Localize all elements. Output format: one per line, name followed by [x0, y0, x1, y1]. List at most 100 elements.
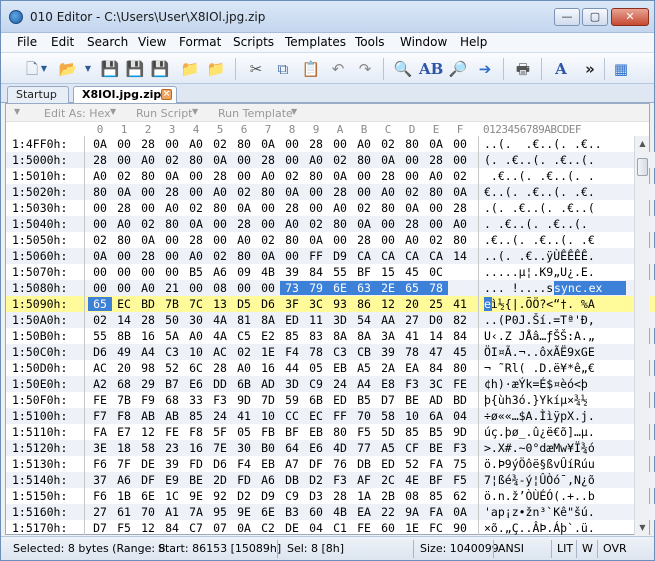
- hex-row[interactable]: 1:5120h: 3E 18 58 23 16 7E 30 B0 64 E6 4D 77 A5 CF BE F3…: [6, 440, 655, 456]
- hex-byte[interactable]: 0A: [352, 217, 376, 231]
- hex-byte[interactable]: 02: [304, 217, 328, 231]
- hex-byte[interactable]: AF: [352, 473, 376, 487]
- hex-byte[interactable]: 76: [328, 457, 352, 471]
- hex-byte[interactable]: 95: [208, 505, 232, 519]
- tab-x8iol-jpg-zip[interactable]: X8IOl.jpg.zip ×: [73, 86, 177, 104]
- hex-row[interactable]: 1:5080h: 00 00 A0 21 00 08 00 00 73 79 6E 63 2E 65 78..…: [6, 280, 655, 296]
- status-ovr[interactable]: OVR: [603, 542, 627, 555]
- hex-byte[interactable]: D9: [328, 249, 352, 263]
- hex-byte[interactable]: AA: [376, 313, 400, 327]
- hex-byte[interactable]: F4: [232, 457, 256, 471]
- hex-byte[interactable]: 68: [160, 393, 184, 407]
- hex-row[interactable]: 1:5110h: FA E7 12 FE F8 5F 05 FB BF EB 80 F5 5D 85 B5 9D…: [6, 424, 655, 440]
- hex-byte[interactable]: 85: [184, 409, 208, 423]
- hex-byte[interactable]: 00: [232, 153, 256, 167]
- hex-byte[interactable]: 41: [448, 297, 472, 311]
- hex-byte[interactable]: 28: [136, 137, 160, 151]
- hex-byte[interactable]: 00: [232, 281, 256, 295]
- hex-byte[interactable]: 08: [400, 489, 424, 503]
- print-icon[interactable]: 🖶: [512, 58, 534, 80]
- hex-byte[interactable]: 77: [352, 441, 376, 455]
- hex-byte[interactable]: 44: [280, 361, 304, 375]
- hex-byte[interactable]: 80: [232, 137, 256, 151]
- hex-byte[interactable]: 73: [280, 281, 304, 295]
- hex-byte[interactable]: AC: [208, 345, 232, 359]
- hex-byte[interactable]: 00: [160, 265, 184, 279]
- hex-byte[interactable]: 00: [184, 281, 208, 295]
- hex-byte[interactable]: 28: [208, 169, 232, 183]
- hex-byte[interactable]: 78: [400, 345, 424, 359]
- menu-format[interactable]: Format: [179, 35, 221, 49]
- hex-byte[interactable]: 02: [352, 201, 376, 215]
- hex-row[interactable]: 1:5090h: 65 EC BD 7B 7C 13 D5 D6 3F 3C 93 86 12 20 25 41…: [6, 296, 655, 312]
- hex-byte[interactable]: FA: [88, 425, 112, 439]
- menu-tools[interactable]: Tools: [355, 35, 385, 49]
- hex-byte[interactable]: 00: [328, 137, 352, 151]
- hex-byte[interactable]: 58: [376, 409, 400, 423]
- hex-byte[interactable]: 80: [112, 233, 136, 247]
- tab-startup[interactable]: Startup: [7, 86, 69, 103]
- ascii-text[interactable]: .....µ¦.K9„U¿.E.: [484, 265, 626, 279]
- hex-byte[interactable]: A0: [304, 153, 328, 167]
- hex-byte[interactable]: 0A: [448, 505, 472, 519]
- hex-byte[interactable]: CA: [376, 249, 400, 263]
- ascii-text[interactable]: ..(. .€..ÿÙÊÊÊÊ.: [484, 249, 626, 263]
- hex-byte[interactable]: 21: [160, 281, 184, 295]
- hex-byte[interactable]: F9: [136, 393, 160, 407]
- ascii-text[interactable]: 'ap¡z•žn³`Kê"šú.: [484, 505, 626, 519]
- hex-byte[interactable]: 0A: [208, 153, 232, 167]
- hex-byte[interactable]: 0A: [304, 233, 328, 247]
- hex-byte[interactable]: 0A: [112, 185, 136, 199]
- hex-row[interactable]: 1:5020h: 80 0A 00 28 00 A0 02 80 0A 00 28 00 A0 02 80 0A…: [6, 184, 655, 200]
- find-in-files-icon[interactable]: 🔎: [447, 58, 469, 80]
- hex-row[interactable]: 1:5030h: 00 28 00 A0 02 80 0A 00 28 00 A0 02 80 0A 00 28…: [6, 200, 655, 216]
- hex-byte[interactable]: 02: [376, 137, 400, 151]
- hex-byte[interactable]: 78: [424, 281, 448, 295]
- ascii-text[interactable]: €..(. .€..(. .€.: [484, 185, 626, 199]
- hex-byte[interactable]: 8A: [328, 329, 352, 343]
- scroll-up-icon[interactable]: ▲: [636, 136, 649, 151]
- hex-byte[interactable]: A0: [424, 169, 448, 183]
- hex-byte[interactable]: 00: [304, 201, 328, 215]
- hex-byte[interactable]: 92: [208, 489, 232, 503]
- status-encoding[interactable]: ANSI: [498, 542, 524, 555]
- hex-byte[interactable]: A0: [448, 217, 472, 231]
- hex-row[interactable]: 1:5130h: F6 7F DE 39 FD D6 F4 EB A7 DF 76 DB ED 52 FA 75…: [6, 456, 655, 472]
- hex-byte[interactable]: A0: [256, 169, 280, 183]
- hex-byte[interactable]: A0: [400, 233, 424, 247]
- ascii-text[interactable]: ×õ.„Ç..ÂÞ.Áþ`.ü.: [484, 521, 626, 535]
- hex-byte[interactable]: 68: [112, 377, 136, 391]
- hex-byte[interactable]: F8: [184, 425, 208, 439]
- hex-byte[interactable]: 4D: [328, 441, 352, 455]
- hex-byte[interactable]: 00: [112, 137, 136, 151]
- hex-row[interactable]: 1:5070h: 00 00 00 00 B5 A6 09 4B 39 84 55 BF 15 45 0C..…: [6, 264, 655, 280]
- ascii-text[interactable]: >.X#.~0°dæMw¥Ï¾ó: [484, 441, 626, 455]
- hex-byte[interactable]: A0: [232, 361, 256, 375]
- hex-byte[interactable]: 28: [160, 185, 184, 199]
- hex-byte[interactable]: 12: [136, 425, 160, 439]
- hex-byte[interactable]: 10: [256, 409, 280, 423]
- hex-byte[interactable]: ED: [376, 457, 400, 471]
- hex-byte[interactable]: A6: [208, 265, 232, 279]
- hex-byte[interactable]: 28: [424, 153, 448, 167]
- hex-byte[interactable]: 6B: [304, 393, 328, 407]
- hex-byte[interactable]: 00: [208, 233, 232, 247]
- hex-byte[interactable]: 00: [256, 201, 280, 215]
- hex-byte[interactable]: 64: [280, 441, 304, 455]
- ascii-text[interactable]: ö.n.ž’ÒÙÉÓ(.+..b: [484, 489, 626, 503]
- hex-byte[interactable]: 2A: [376, 361, 400, 375]
- hex-byte[interactable]: FE: [88, 393, 112, 407]
- open-icon[interactable]: 📂: [57, 58, 79, 80]
- hex-byte[interactable]: 09: [232, 265, 256, 279]
- hex-byte[interactable]: 0A: [88, 137, 112, 151]
- hex-byte[interactable]: 0A: [160, 169, 184, 183]
- hex-byte[interactable]: 00: [136, 265, 160, 279]
- hex-byte[interactable]: 00: [376, 233, 400, 247]
- hex-byte[interactable]: 02: [160, 153, 184, 167]
- hex-byte[interactable]: 61: [112, 505, 136, 519]
- hex-byte[interactable]: 3A: [376, 329, 400, 343]
- hex-byte[interactable]: 24: [208, 409, 232, 423]
- hex-byte[interactable]: 4E: [400, 473, 424, 487]
- hex-byte[interactable]: DB: [352, 457, 376, 471]
- find-icon[interactable]: 🔍: [392, 58, 414, 80]
